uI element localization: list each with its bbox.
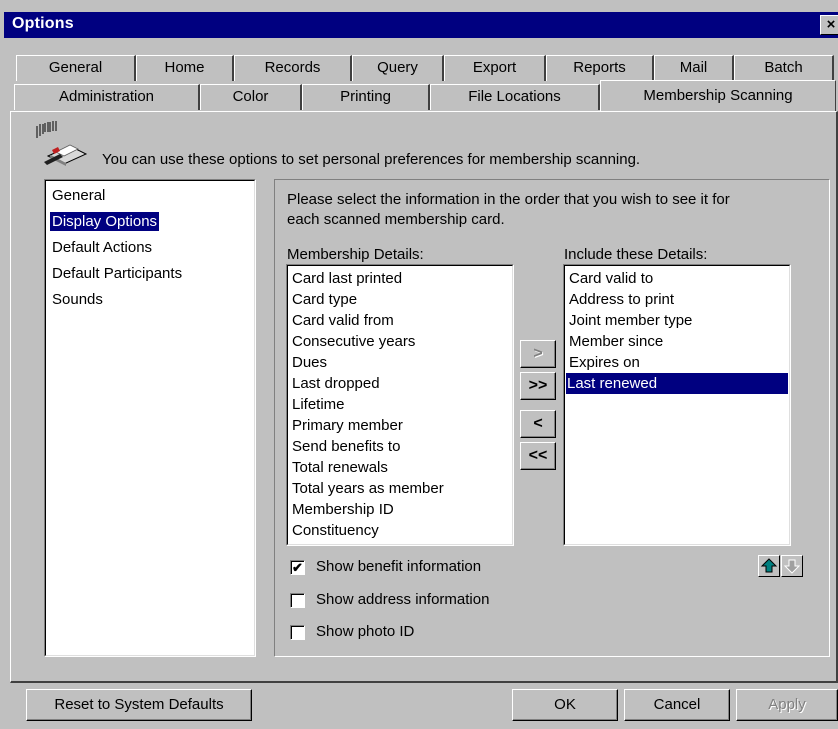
list-item[interactable]: Address to print [568, 289, 674, 310]
check-icon: ✔ [292, 560, 303, 575]
list-item-selected[interactable]: Last renewed [566, 373, 788, 394]
tab-batch[interactable]: Batch [734, 55, 834, 81]
tab-label: Batch [764, 59, 803, 76]
list-item[interactable]: Constituency [291, 520, 379, 541]
list-item[interactable]: Card type [291, 289, 357, 310]
apply-button[interactable]: Apply [736, 689, 838, 721]
move-down-button[interactable] [781, 555, 803, 577]
arrow-up-icon [760, 558, 778, 573]
show-address-checkbox[interactable] [290, 593, 305, 608]
listbox-body: Card last printed Card type Card valid f… [287, 265, 513, 545]
close-button[interactable]: × [820, 15, 838, 35]
tab-query[interactable]: Query [352, 55, 444, 81]
nav-item-display-options[interactable]: Display Options [48, 211, 161, 232]
list-item[interactable]: Membership ID [291, 499, 394, 520]
show-address-label[interactable]: Show address information [316, 591, 489, 608]
instructions-text-line2: each scanned membership card. [287, 211, 505, 228]
tab-mail[interactable]: Mail [654, 55, 734, 81]
membership-details-label: Membership Details: [287, 246, 424, 263]
tab-label: General [48, 59, 103, 76]
ok-button[interactable]: OK [512, 689, 618, 721]
nav-list-body: General Display Options Default Actions … [45, 180, 255, 656]
tab-membership-scanning[interactable]: Membership Scanning [600, 80, 836, 112]
show-benefit-checkbox[interactable]: ✔ [290, 560, 305, 575]
list-item[interactable]: Last dropped [291, 373, 380, 394]
add-selected-button[interactable]: > [520, 340, 556, 368]
show-photo-id-checkbox[interactable] [290, 625, 305, 640]
list-item[interactable]: Dues [291, 352, 327, 373]
tab-label: Export [472, 59, 517, 76]
tab-label: Mail [679, 59, 708, 76]
title-bar: Options × [4, 12, 838, 38]
tab-label: Color [232, 88, 269, 105]
show-photo-id-label[interactable]: Show photo ID [316, 623, 414, 640]
nav-item-general[interactable]: General [50, 186, 107, 205]
include-details-label: Include these Details: [564, 246, 708, 263]
nav-item-default-participants[interactable]: Default Participants [50, 264, 184, 283]
list-item[interactable]: Joint member type [568, 310, 692, 331]
options-nav-list[interactable]: General Display Options Default Actions … [44, 179, 256, 657]
tab-home[interactable]: Home [136, 55, 234, 81]
list-item[interactable]: Send benefits to [291, 436, 400, 457]
membership-details-listbox[interactable]: Card last printed Card type Card valid f… [286, 264, 514, 546]
list-item[interactable]: Card valid to [568, 268, 653, 289]
list-item[interactable]: Total renewals [291, 457, 388, 478]
tab-printing[interactable]: Printing [302, 84, 430, 110]
list-item[interactable]: Card valid from [291, 310, 394, 331]
list-item[interactable]: Lifetime [291, 394, 345, 415]
remove-all-button[interactable]: << [520, 442, 556, 470]
close-icon: × [826, 16, 836, 33]
apply-label: Apply [768, 696, 806, 713]
add-selected-glyph: > [533, 345, 543, 362]
tab-records[interactable]: Records [234, 55, 352, 81]
tab-reports[interactable]: Reports [546, 55, 654, 81]
listbox-body: Card valid to Address to print Joint mem… [564, 265, 790, 545]
nav-item-sounds[interactable]: Sounds [50, 290, 105, 309]
remove-selected-glyph: < [533, 415, 543, 432]
list-item[interactable]: Card last printed [291, 268, 402, 289]
add-all-glyph: >> [528, 377, 548, 394]
list-item[interactable]: Primary member [291, 415, 403, 436]
reset-defaults-button[interactable]: Reset to System Defaults [26, 689, 252, 721]
instructions-text-line1: Please select the information in the ord… [287, 191, 730, 208]
barcode-scanner-icon [36, 121, 88, 166]
tab-label: Membership Scanning [643, 87, 793, 104]
list-item[interactable]: Consecutive years [291, 331, 415, 352]
tab-label: Records [264, 59, 321, 76]
tab-general[interactable]: General [16, 55, 136, 81]
reset-defaults-label: Reset to System Defaults [54, 696, 224, 713]
window-title: Options [12, 15, 74, 32]
list-item[interactable]: Member since [568, 331, 663, 352]
include-details-listbox[interactable]: Card valid to Address to print Joint mem… [563, 264, 791, 546]
list-item[interactable]: Expires on [568, 352, 640, 373]
tab-export[interactable]: Export [444, 55, 546, 81]
tab-administration[interactable]: Administration [14, 84, 200, 110]
add-all-button[interactable]: >> [520, 372, 556, 400]
tab-file-locations[interactable]: File Locations [430, 84, 600, 110]
show-benefit-label[interactable]: Show benefit information [316, 558, 481, 575]
tab-label: Query [377, 59, 418, 76]
tab-label: Home [164, 59, 205, 76]
list-item[interactable]: Total years as member [291, 478, 444, 499]
tab-label: Administration [58, 88, 155, 105]
remove-selected-button[interactable]: < [520, 410, 556, 438]
move-up-button[interactable] [758, 555, 780, 577]
ok-label: OK [554, 696, 576, 713]
nav-item-default-actions[interactable]: Default Actions [50, 238, 154, 257]
tab-label: Printing [340, 88, 391, 105]
tab-color[interactable]: Color [200, 84, 302, 110]
tab-label: File Locations [468, 88, 561, 105]
cancel-button[interactable]: Cancel [624, 689, 730, 721]
arrow-down-icon [783, 559, 801, 574]
remove-all-glyph: << [528, 447, 548, 464]
header-description: You can use these options to set persona… [102, 151, 641, 168]
cancel-label: Cancel [653, 696, 701, 713]
tab-label: Reports [573, 59, 626, 76]
options-dialog: Options × General Home Records Query Exp… [0, 0, 838, 729]
